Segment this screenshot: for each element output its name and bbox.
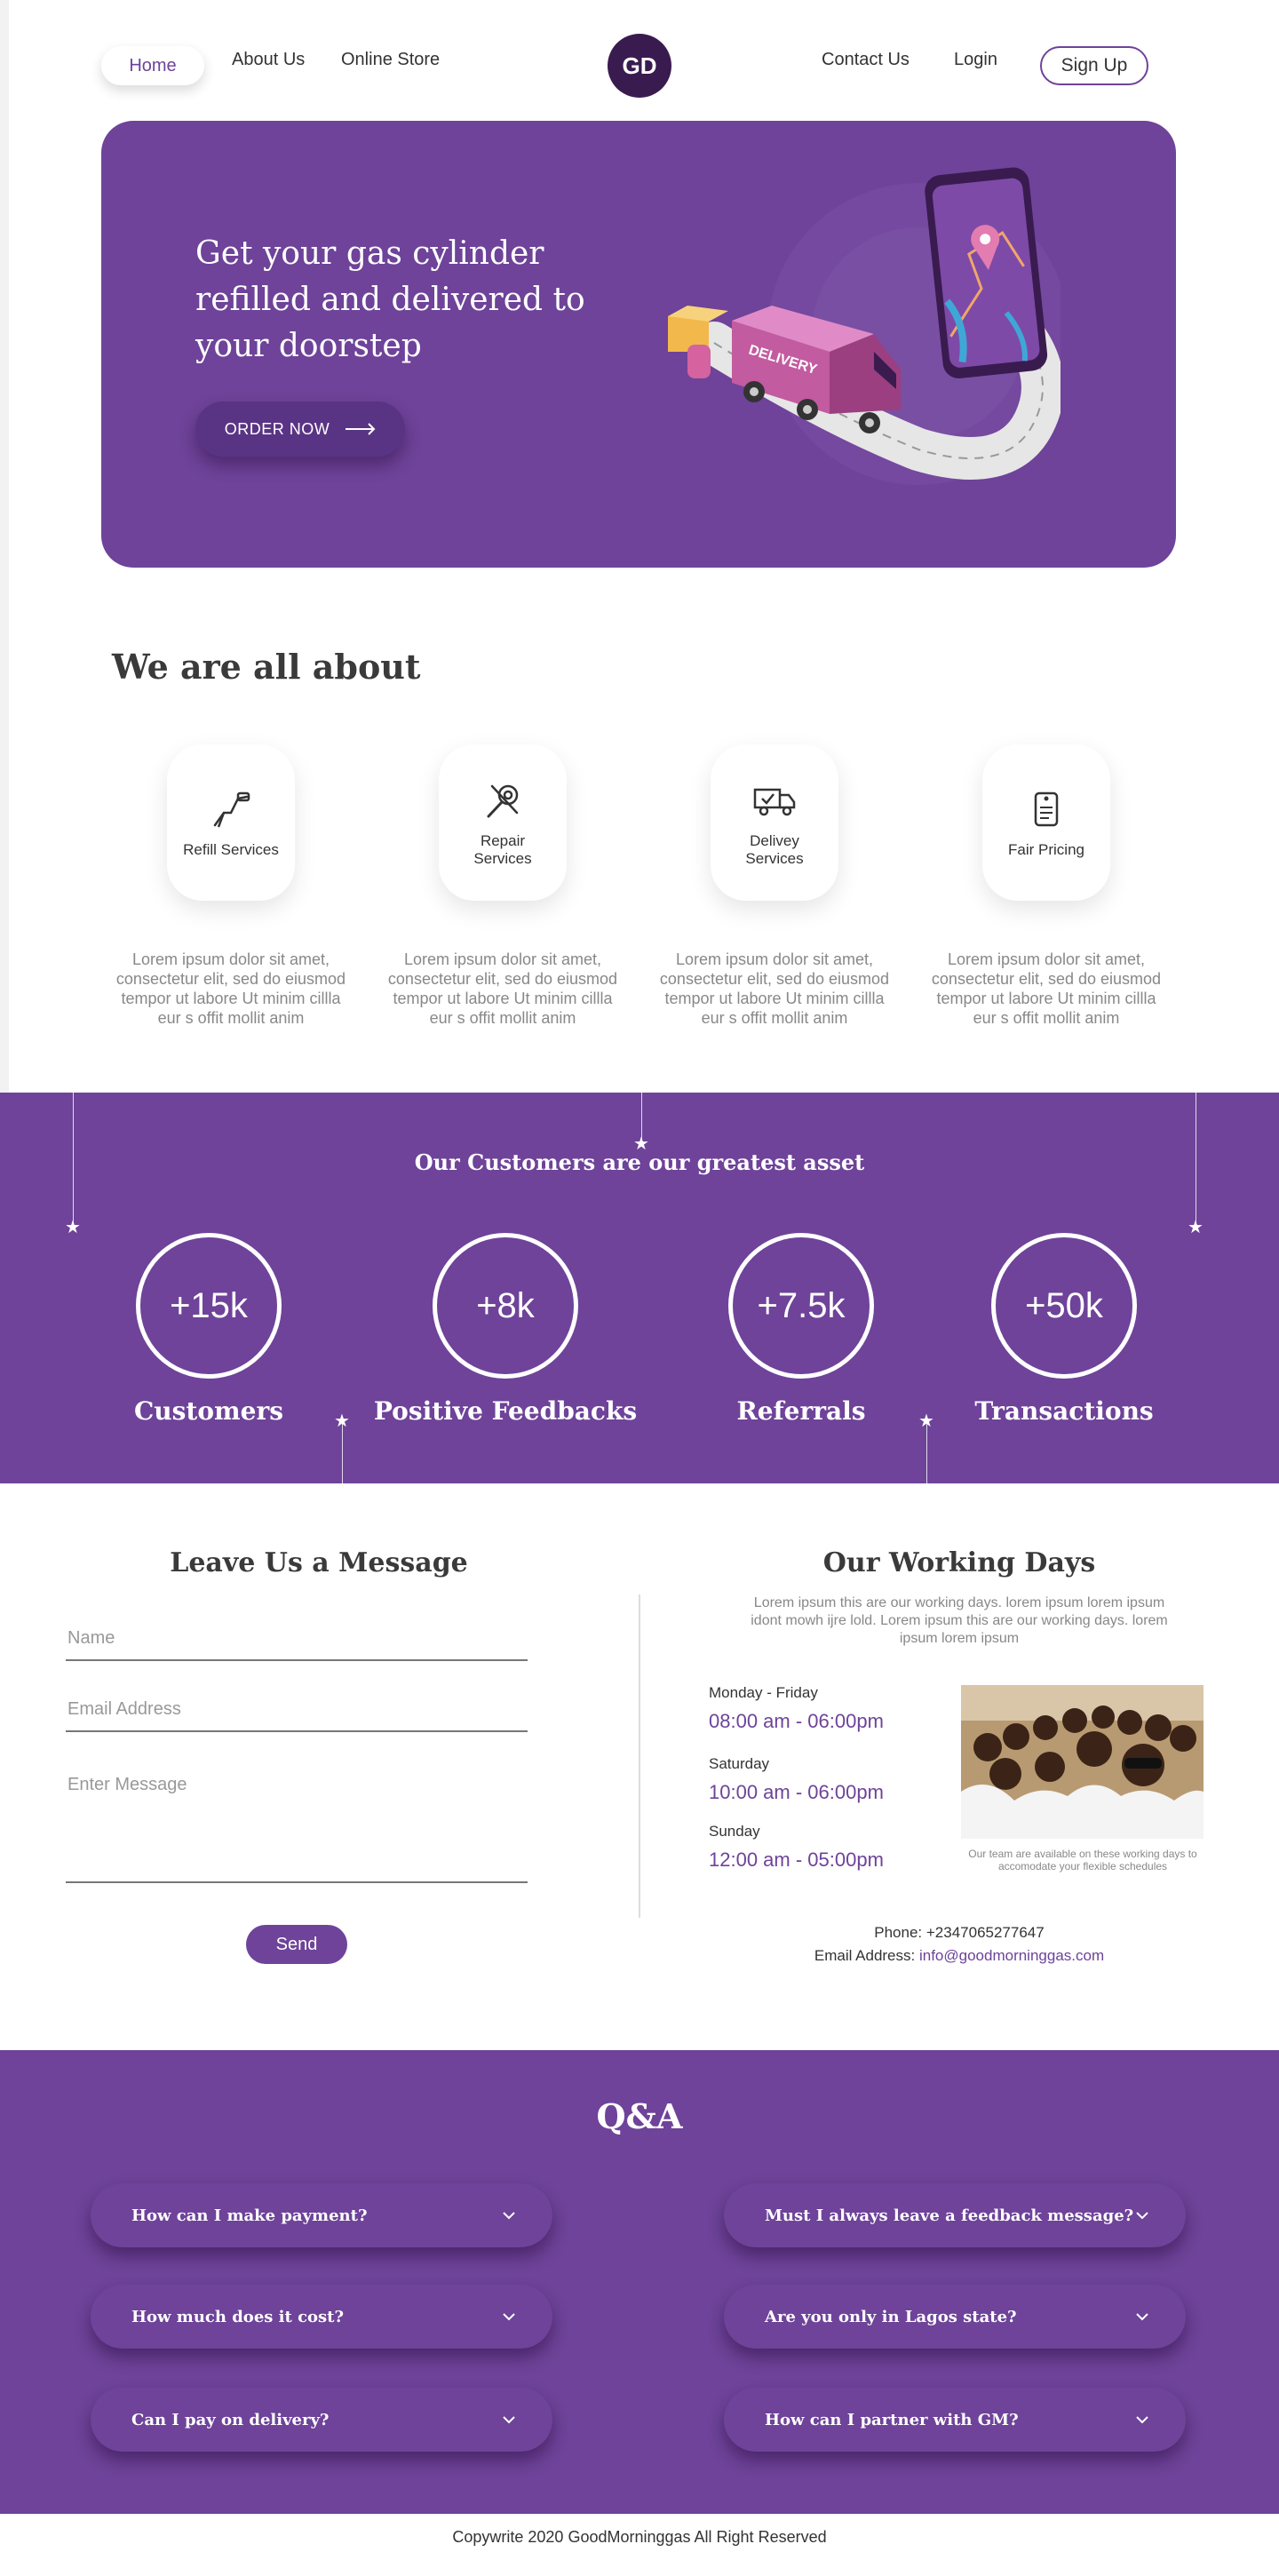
decoration-line [342, 1423, 343, 1483]
message-field[interactable] [66, 1775, 528, 1883]
nav-home-link[interactable]: Home [101, 46, 204, 85]
chevron-down-icon [503, 2313, 515, 2321]
chevron-down-icon [503, 2212, 515, 2220]
stat-circle: +7.5k [728, 1233, 874, 1379]
nav-store-link[interactable]: Online Store [341, 50, 440, 70]
qa-question[interactable]: Can I pay on delivery? [91, 2388, 552, 2452]
stat-label: Transactions [974, 1396, 1154, 1426]
day-label: Sunday [709, 1823, 760, 1840]
email-field[interactable] [66, 1695, 528, 1732]
qa-question[interactable]: How much does it cost? [91, 2285, 552, 2349]
order-now-button[interactable]: ORDER NOW [195, 402, 405, 457]
service-card-delivery[interactable]: Delivey Services [711, 744, 838, 901]
day-label: Saturday [709, 1755, 770, 1772]
qa-question-text: How can I partner with GM? [765, 2410, 1019, 2429]
send-button[interactable]: Send [246, 1925, 347, 1964]
stat-label: Customers [134, 1396, 283, 1426]
order-now-label: ORDER NOW [224, 419, 330, 438]
service-card-pricing[interactable]: Fair Pricing [982, 744, 1110, 901]
nav-contact-link[interactable]: Contact Us [822, 50, 910, 70]
qa-question[interactable]: How can I make payment? [91, 2183, 552, 2247]
section-divider [639, 1594, 640, 1918]
message-form-title: Leave Us a Message [170, 1547, 468, 1578]
stats-title: Our Customers are our greatest asset [414, 1149, 865, 1175]
star-icon: ★ [65, 1218, 81, 1237]
service-label: Delivey Services [745, 832, 804, 867]
qa-question[interactable]: Must I always leave a feedback message? [724, 2183, 1186, 2247]
stat-label: Positive Feedbacks [373, 1396, 638, 1426]
stat-value: +50k [1025, 1285, 1103, 1325]
qa-question-text: Can I pay on delivery? [131, 2410, 330, 2429]
day-hours: 08:00 am - 06:00pm [709, 1710, 884, 1732]
chevron-down-icon [1136, 2313, 1148, 2321]
qa-question-text: Must I always leave a feedback message? [765, 2206, 1134, 2225]
chevron-down-icon [1136, 2212, 1148, 2220]
hero-banner: Get your gas cylinder refilled and deliv… [101, 121, 1176, 568]
tools-icon [487, 784, 519, 818]
service-card-repair[interactable]: Repair Services [439, 744, 567, 901]
service-label: Fair Pricing [1008, 841, 1084, 858]
about-title: We are all about [112, 647, 421, 687]
contact-email: Email Address: info@goodmorninggas.com [675, 1947, 1243, 1965]
day-label: Monday - Friday [709, 1684, 818, 1701]
stat-circle: +8k [433, 1233, 578, 1379]
decoration-line [641, 1093, 642, 1141]
decoration-line [926, 1423, 927, 1483]
email-link[interactable]: info@goodmorninggas.com [919, 1947, 1104, 1964]
service-label: Refill Services [183, 841, 279, 858]
service-description: Lorem ipsum dolor sit amet, consectetur … [931, 950, 1162, 1027]
hero-title: Get your gas cylinder refilled and deliv… [195, 235, 585, 364]
qa-question-text: Are you only in Lagos state? [765, 2307, 1017, 2326]
working-days-title: Our Working Days [822, 1547, 1096, 1578]
qa-question-text: How much does it cost? [131, 2307, 345, 2326]
stat-value: +7.5k [757, 1285, 846, 1325]
stat-label: Referrals [736, 1396, 866, 1426]
service-description: Lorem ipsum dolor sit amet, consectetur … [115, 950, 346, 1027]
day-hours: 10:00 am - 06:00pm [709, 1781, 884, 1803]
page-edge [0, 0, 9, 1093]
footer-copyright: Copywrite 2020 GoodMorninggas All Right … [452, 2528, 827, 2546]
stat-circle: +15k [136, 1233, 282, 1379]
contact-phone: Phone: +2347065277647 [874, 1924, 1045, 1941]
arrow-right-icon [346, 423, 376, 435]
day-hours: 12:00 am - 05:00pm [709, 1849, 884, 1871]
service-label: Repair Services [473, 832, 532, 867]
nav-about-link[interactable]: About Us [232, 50, 305, 70]
logo[interactable]: GD [608, 34, 671, 98]
photo-caption: Our team are available on these working … [968, 1848, 1197, 1872]
delivery-truck-icon [753, 788, 796, 816]
stat-value: +8k [476, 1285, 535, 1325]
working-days-description: Lorem ipsum this are our working days. l… [751, 1595, 1168, 1646]
name-field[interactable] [66, 1624, 528, 1661]
chevron-down-icon [503, 2416, 515, 2424]
email-label: Email Address: [814, 1947, 919, 1964]
qa-question[interactable]: Are you only in Lagos state? [724, 2285, 1186, 2349]
delivery-illustration: DELIVERY [668, 167, 1061, 485]
service-card-refill[interactable]: Refill Services [167, 744, 295, 901]
stats-section: ★ ★ ★ ★ ★ Our Customers are our greatest… [0, 1093, 1279, 1483]
service-description: Lorem ipsum dolor sit amet, consectetur … [387, 950, 618, 1027]
gas-nozzle-icon [213, 791, 250, 828]
team-photo [961, 1685, 1204, 1839]
price-tag-icon [1034, 791, 1059, 827]
signup-button[interactable]: Sign Up [1040, 46, 1148, 85]
qa-question-text: How can I make payment? [131, 2206, 368, 2225]
service-description: Lorem ipsum dolor sit amet, consectetur … [659, 950, 890, 1027]
qa-title: Q&A [596, 2096, 683, 2136]
qa-section: Q&A How can I make payment? Must I alway… [0, 2050, 1279, 2514]
top-nav: Home About Us Online Store GD Contact Us… [0, 32, 1279, 99]
chevron-down-icon [1136, 2416, 1148, 2424]
stat-circle: +50k [991, 1233, 1137, 1379]
star-icon: ★ [1188, 1218, 1204, 1237]
qa-question[interactable]: How can I partner with GM? [724, 2388, 1186, 2452]
nav-login-link[interactable]: Login [954, 50, 997, 70]
stat-value: +15k [170, 1285, 248, 1325]
